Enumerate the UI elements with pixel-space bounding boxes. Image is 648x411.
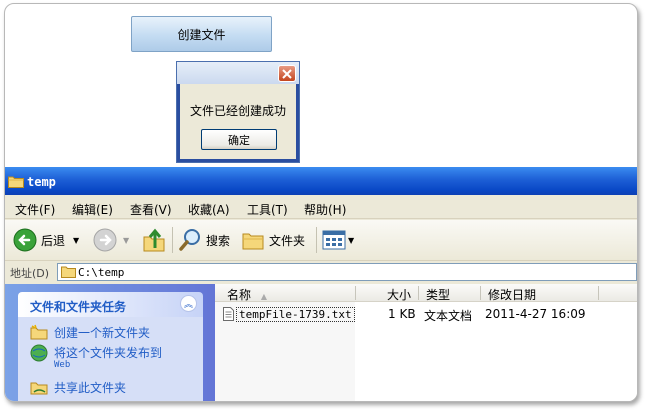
column-divider[interactable] [598,286,599,300]
task-share-folder[interactable]: 共享此文件夹 [30,379,126,398]
share-folder-icon [30,379,48,398]
address-input[interactable]: C:\temp [57,263,637,281]
task-panel-title: 文件和文件夹任务 [30,300,127,314]
task-share-folder-label: 共享此文件夹 [54,381,127,395]
views-button[interactable]: ▼ [322,227,354,253]
search-label: 搜索 [206,233,231,248]
text-file-icon [223,307,234,324]
explorer-window: temp 文件(F) 编辑(E) 查看(V) 收藏(A) 工具(T) 帮助(H)… [5,167,637,401]
task-new-folder[interactable]: 创建一个新文件夹 [30,324,150,343]
menubar: 文件(F) 编辑(E) 查看(V) 收藏(A) 工具(T) 帮助(H) [5,198,637,219]
dialog-close-button[interactable] [278,65,296,82]
menu-file[interactable]: 文件(F) [15,201,55,218]
window-title: temp [27,175,56,189]
folders-button[interactable]: 文件夹 [241,227,305,253]
dialog-body: 文件已经创建成功 确定 [180,84,296,159]
close-icon [282,68,292,79]
up-folder-icon [143,228,165,252]
toolbar-separator [316,227,317,253]
collapse-icon[interactable]: ︽ [180,295,197,312]
menu-tools[interactable]: 工具(T) [247,201,288,218]
address-value: C:\temp [78,266,125,279]
menu-favorites[interactable]: 收藏(A) [188,201,230,218]
message-dialog: 文件已经创建成功 确定 [176,61,300,163]
chevron-down-icon[interactable]: ▼ [73,236,79,245]
sort-ascending-icon: ▲ [260,292,267,301]
menu-help[interactable]: 帮助(H) [304,201,346,218]
chevron-down-icon[interactable]: ▼ [348,236,354,245]
dialog-message: 文件已经创建成功 [189,104,286,118]
menu-view[interactable]: 查看(V) [130,201,172,218]
search-icon [179,229,200,251]
file-row[interactable]: tempFile-1739.txt 1 KB 文本文档 2011-4-27 16… [215,306,637,324]
menu-edit[interactable]: 编辑(E) [72,201,113,218]
file-folder-tasks-panel: 文件和文件夹任务 ︽ 创建一个新文件夹 将这个文件夹发布到 Web 共享此文件夹 [18,292,203,401]
address-bar: 地址(D) C:\temp [5,261,637,283]
up-folder-button[interactable] [143,227,165,253]
column-header: 名称 ▲ 大小 类型 修改日期 [215,284,637,302]
app-frame: 创建文件 文件已经创建成功 确定 temp 文件(F) 编辑(E) 查看(V) … [4,3,638,402]
column-size[interactable]: 大小 [387,286,411,303]
forward-button[interactable]: ▼ [93,227,129,253]
file-type: 文本文档 [424,309,473,323]
new-folder-icon [30,324,48,343]
file-name[interactable]: tempFile-1739.txt [236,307,355,322]
content-area: 文件和文件夹任务 ︽ 创建一个新文件夹 将这个文件夹发布到 Web 共享此文件夹… [5,284,637,401]
publish-web-icon [30,344,48,365]
folder-icon [61,265,76,281]
ok-button[interactable]: 确定 [201,129,277,150]
window-titlebar[interactable]: temp [5,167,637,195]
dialog-titlebar [177,62,299,84]
chevron-down-icon[interactable]: ▼ [123,236,129,245]
task-panel-header[interactable]: 文件和文件夹任务 ︽ [18,292,203,317]
task-publish-web-sub: Web [54,360,71,370]
column-type[interactable]: 类型 [426,286,450,303]
search-button[interactable]: 搜索 [178,227,230,253]
back-arrow-icon [13,228,37,252]
back-button[interactable]: 后退 ▼ [13,227,79,253]
task-publish-web[interactable]: 将这个文件夹发布到 Web [30,344,162,370]
column-name[interactable]: 名称 ▲ [227,286,267,303]
folders-icon [242,233,264,250]
column-divider[interactable] [480,286,481,300]
task-publish-web-label: 将这个文件夹发布到 [54,346,163,360]
file-size: 1 KB [388,307,416,321]
task-new-folder-label: 创建一个新文件夹 [54,326,151,340]
create-file-button[interactable]: 创建文件 [131,16,272,52]
file-list: 名称 ▲ 大小 类型 修改日期 tempFile-1739.txt 1 KB 文… [215,284,637,401]
forward-arrow-icon [93,228,117,252]
toolbar-separator [172,227,173,253]
toolbar: 后退 ▼ ▼ 搜索 文件夹 ▼ [5,220,637,261]
column-divider[interactable] [418,286,419,300]
back-label: 后退 [41,233,66,248]
views-icon [322,230,346,250]
column-divider[interactable] [355,286,356,300]
column-modified[interactable]: 修改日期 [488,286,536,303]
task-pane: 文件和文件夹任务 ︽ 创建一个新文件夹 将这个文件夹发布到 Web 共享此文件夹 [5,284,215,401]
task-panel-body: 创建一个新文件夹 将这个文件夹发布到 Web 共享此文件夹 [18,317,203,401]
folders-label: 文件夹 [269,233,306,248]
file-modified: 2011-4-27 16:09 [485,307,586,321]
address-label: 地址(D) [10,267,50,280]
folder-icon [8,175,24,191]
